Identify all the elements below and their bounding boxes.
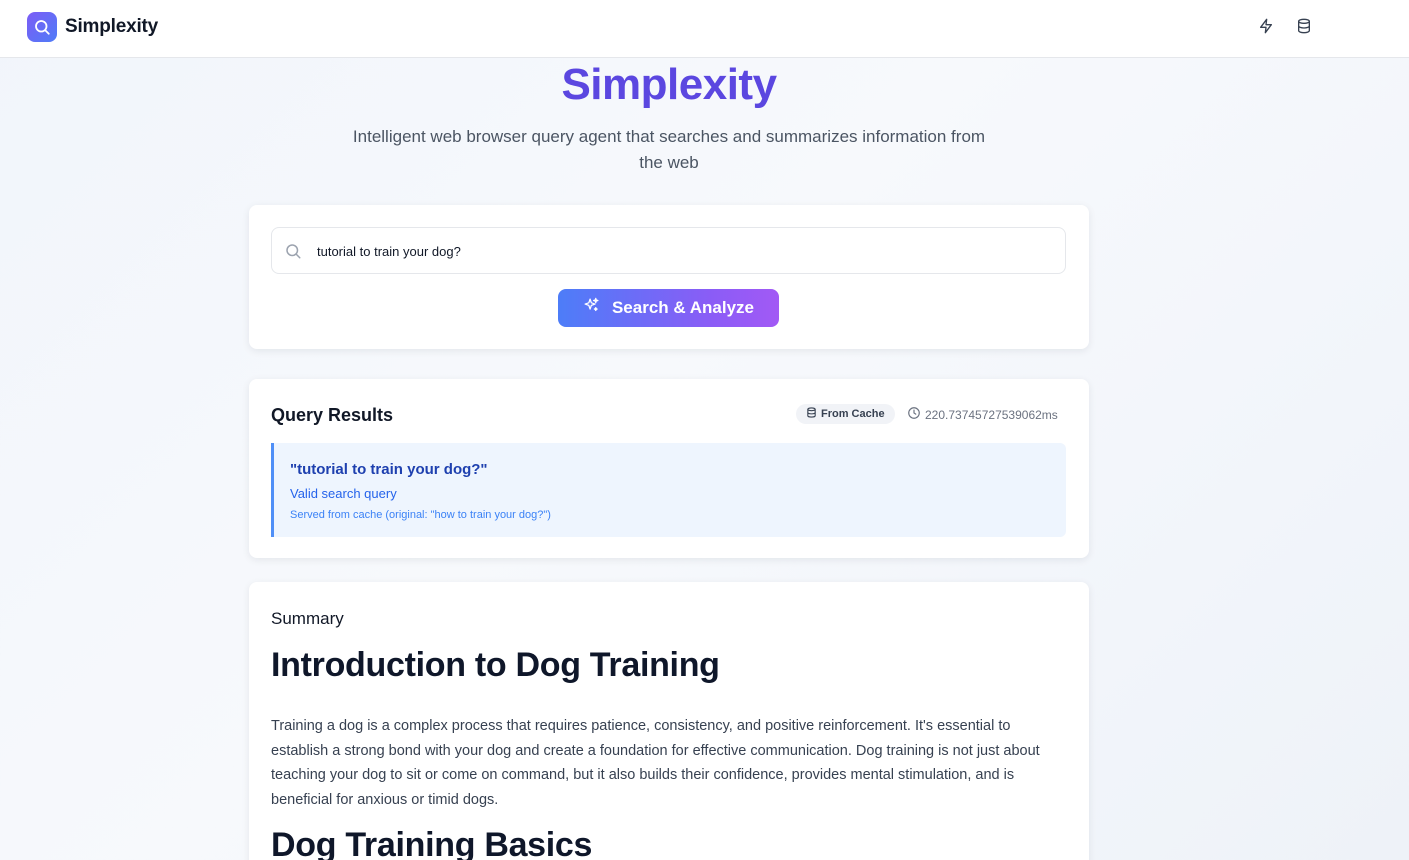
- summary-heading-1: Introduction to Dog Training: [271, 646, 720, 684]
- summary-card: Summary Introduction to Dog Training Tra…: [249, 582, 1089, 860]
- summary-label: Summary: [271, 609, 344, 628]
- database-icon: [806, 407, 817, 421]
- lightning-icon[interactable]: [1257, 17, 1275, 35]
- cache-note: Served from cache (original: "how to tra…: [290, 509, 551, 521]
- search-card: Search & Analyze: [249, 205, 1089, 349]
- search-analyze-button[interactable]: Search & Analyze: [558, 289, 779, 327]
- summary-heading-2: Dog Training Basics: [271, 826, 593, 860]
- database-icon[interactable]: [1295, 17, 1313, 35]
- timing-value: 220.73745727539062ms: [925, 407, 1058, 422]
- search-box[interactable]: [271, 227, 1066, 274]
- app-name: Simplexity: [65, 16, 159, 37]
- query-text: "tutorial to train your dog?": [290, 461, 488, 478]
- summary-paragraph: Training a dog is a complex process that…: [271, 718, 1040, 808]
- results-title: Query Results: [271, 405, 394, 425]
- cache-badge: From Cache: [796, 404, 895, 424]
- query-validity: Valid search query: [290, 486, 397, 501]
- cache-badge-label: From Cache: [821, 408, 885, 420]
- timing: 220.73745727539062ms: [907, 406, 1058, 423]
- search-button-label: Search & Analyze: [611, 298, 755, 317]
- search-input[interactable]: [317, 240, 1047, 262]
- hero-title: Simplexity: [561, 60, 777, 109]
- sparkles-icon: [583, 297, 600, 319]
- hero-subtitle: Intelligent web browser query agent that…: [352, 127, 986, 172]
- query-results-card: Query Results From Cache 220.73745727539…: [249, 379, 1089, 558]
- brand[interactable]: Simplexity: [27, 12, 158, 42]
- search-icon: [284, 242, 302, 265]
- logo-search-icon: [27, 12, 57, 42]
- top-bar: Simplexity: [0, 0, 1409, 58]
- clock-icon: [907, 406, 921, 423]
- query-info-panel: "tutorial to train your dog?" Valid sear…: [271, 443, 1066, 537]
